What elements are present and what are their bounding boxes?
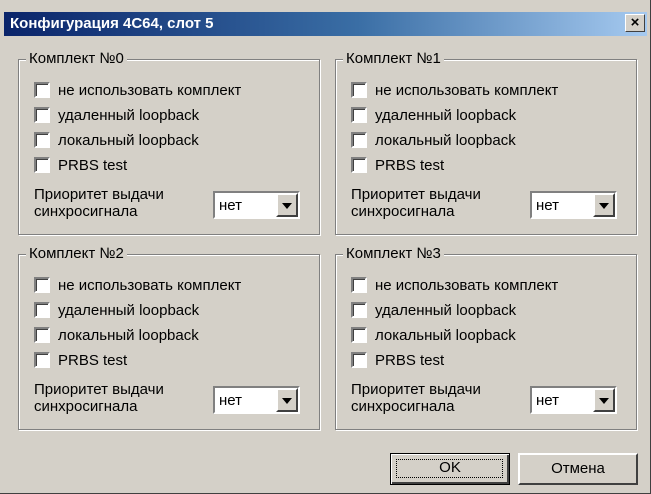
option-row[interactable]: PRBS test: [34, 350, 127, 370]
priority-label: Приоритет выдачи синхросигнала: [351, 186, 481, 220]
option-row[interactable]: PRBS test: [34, 155, 127, 175]
option-label: локальный loopback: [58, 326, 199, 344]
option-checkbox[interactable]: [34, 132, 50, 148]
option-row[interactable]: локальный loopback: [351, 130, 516, 150]
close-icon: ×: [630, 14, 640, 31]
priority-label-line1: Приоритет выдачи: [34, 381, 164, 398]
option-row[interactable]: локальный loopback: [34, 325, 199, 345]
option-label: не использовать комплект: [375, 81, 559, 99]
priority-select-value: нет: [536, 392, 559, 409]
option-row[interactable]: удаленный loopback: [34, 300, 199, 320]
option-checkbox[interactable]: [34, 352, 50, 368]
option-checkbox[interactable]: [351, 82, 367, 98]
priority-label-line1: Приоритет выдачи: [351, 186, 481, 203]
dialog-title: Конфигурация 4С64, слот 5: [10, 15, 214, 32]
option-label: удаленный loopback: [58, 301, 200, 319]
option-checkbox[interactable]: [34, 327, 50, 343]
option-checkbox[interactable]: [34, 82, 50, 98]
priority-label-line2: синхросигнала: [351, 203, 455, 220]
group-komplekt-3: Комплект №3 не использовать комплект удале…: [335, 245, 637, 430]
option-row[interactable]: не использовать комплект: [34, 80, 241, 100]
option-checkbox[interactable]: [351, 107, 367, 123]
chevron-down-icon[interactable]: [276, 388, 298, 412]
priority-select[interactable]: нет: [530, 386, 617, 414]
group-title: Комплект №0: [26, 50, 127, 67]
group-title: Комплект №1: [343, 50, 444, 67]
option-checkbox[interactable]: [34, 157, 50, 173]
option-label: удаленный loopback: [375, 106, 517, 124]
option-label: PRBS test: [58, 156, 128, 174]
priority-select-value: нет: [536, 197, 559, 214]
priority-label-line2: синхросигнала: [34, 398, 138, 415]
option-checkbox[interactable]: [351, 277, 367, 293]
option-row[interactable]: удаленный loopback: [34, 105, 199, 125]
option-checkbox[interactable]: [351, 302, 367, 318]
priority-select[interactable]: нет: [530, 191, 617, 219]
option-checkbox[interactable]: [34, 302, 50, 318]
priority-label: Приоритет выдачи синхросигнала: [34, 186, 164, 220]
option-checkbox[interactable]: [34, 277, 50, 293]
group-title: Комплект №3: [343, 245, 444, 262]
option-label: локальный loopback: [58, 131, 199, 149]
option-row[interactable]: PRBS test: [351, 350, 444, 370]
option-row[interactable]: не использовать комплект: [34, 275, 241, 295]
option-label: удаленный loopback: [375, 301, 517, 319]
cancel-button[interactable]: Отмена: [518, 453, 638, 485]
option-checkbox[interactable]: [351, 157, 367, 173]
option-checkbox[interactable]: [351, 327, 367, 343]
priority-label-line1: Приоритет выдачи: [34, 186, 164, 203]
option-row[interactable]: PRBS test: [351, 155, 444, 175]
priority-select-value: нет: [219, 197, 242, 214]
priority-label-line1: Приоритет выдачи: [351, 381, 481, 398]
group-komplekt-0: Комплект №0 не использовать комплект удале…: [18, 50, 320, 235]
cancel-button-label: Отмена: [551, 460, 605, 477]
priority-label: Приоритет выдачи синхросигнала: [351, 381, 481, 415]
group-komplekt-2: Комплект №2 не использовать комплект удале…: [18, 245, 320, 430]
option-checkbox[interactable]: [34, 107, 50, 123]
title-bar[interactable]: Конфигурация 4С64, слот 5 ×: [4, 12, 647, 36]
priority-label: Приоритет выдачи синхросигнала: [34, 381, 164, 415]
option-label: не использовать комплект: [58, 276, 242, 294]
option-label: PRBS test: [58, 351, 128, 369]
option-checkbox[interactable]: [351, 132, 367, 148]
option-row[interactable]: удаленный loopback: [351, 105, 516, 125]
option-checkbox[interactable]: [351, 352, 367, 368]
chevron-down-icon[interactable]: [593, 388, 615, 412]
priority-label-line2: синхросигнала: [351, 398, 455, 415]
option-label: удаленный loopback: [58, 106, 200, 124]
group-komplekt-1: Комплект №1 не использовать комплект удале…: [335, 50, 637, 235]
close-button[interactable]: ×: [625, 14, 645, 32]
priority-select[interactable]: нет: [213, 386, 300, 414]
priority-select-value: нет: [219, 392, 242, 409]
config-dialog: Конфигурация 4С64, слот 5 × Комплект №0 н…: [0, 0, 651, 494]
focus-rect: [396, 459, 503, 478]
option-row[interactable]: не использовать комплект: [351, 80, 558, 100]
option-label: PRBS test: [375, 156, 445, 174]
option-row[interactable]: не использовать комплект: [351, 275, 558, 295]
chevron-down-icon[interactable]: [276, 193, 298, 217]
option-label: PRBS test: [375, 351, 445, 369]
option-label: не использовать комплект: [375, 276, 559, 294]
option-label: локальный loopback: [375, 131, 516, 149]
option-row[interactable]: удаленный loopback: [351, 300, 516, 320]
group-title: Комплект №2: [26, 245, 127, 262]
priority-select[interactable]: нет: [213, 191, 300, 219]
option-label: не использовать комплект: [58, 81, 242, 99]
option-row[interactable]: локальный loopback: [351, 325, 516, 345]
option-label: локальный loopback: [375, 326, 516, 344]
option-row[interactable]: локальный loopback: [34, 130, 199, 150]
ok-button[interactable]: OK: [390, 453, 510, 485]
chevron-down-icon[interactable]: [593, 193, 615, 217]
priority-label-line2: синхросигнала: [34, 203, 138, 220]
